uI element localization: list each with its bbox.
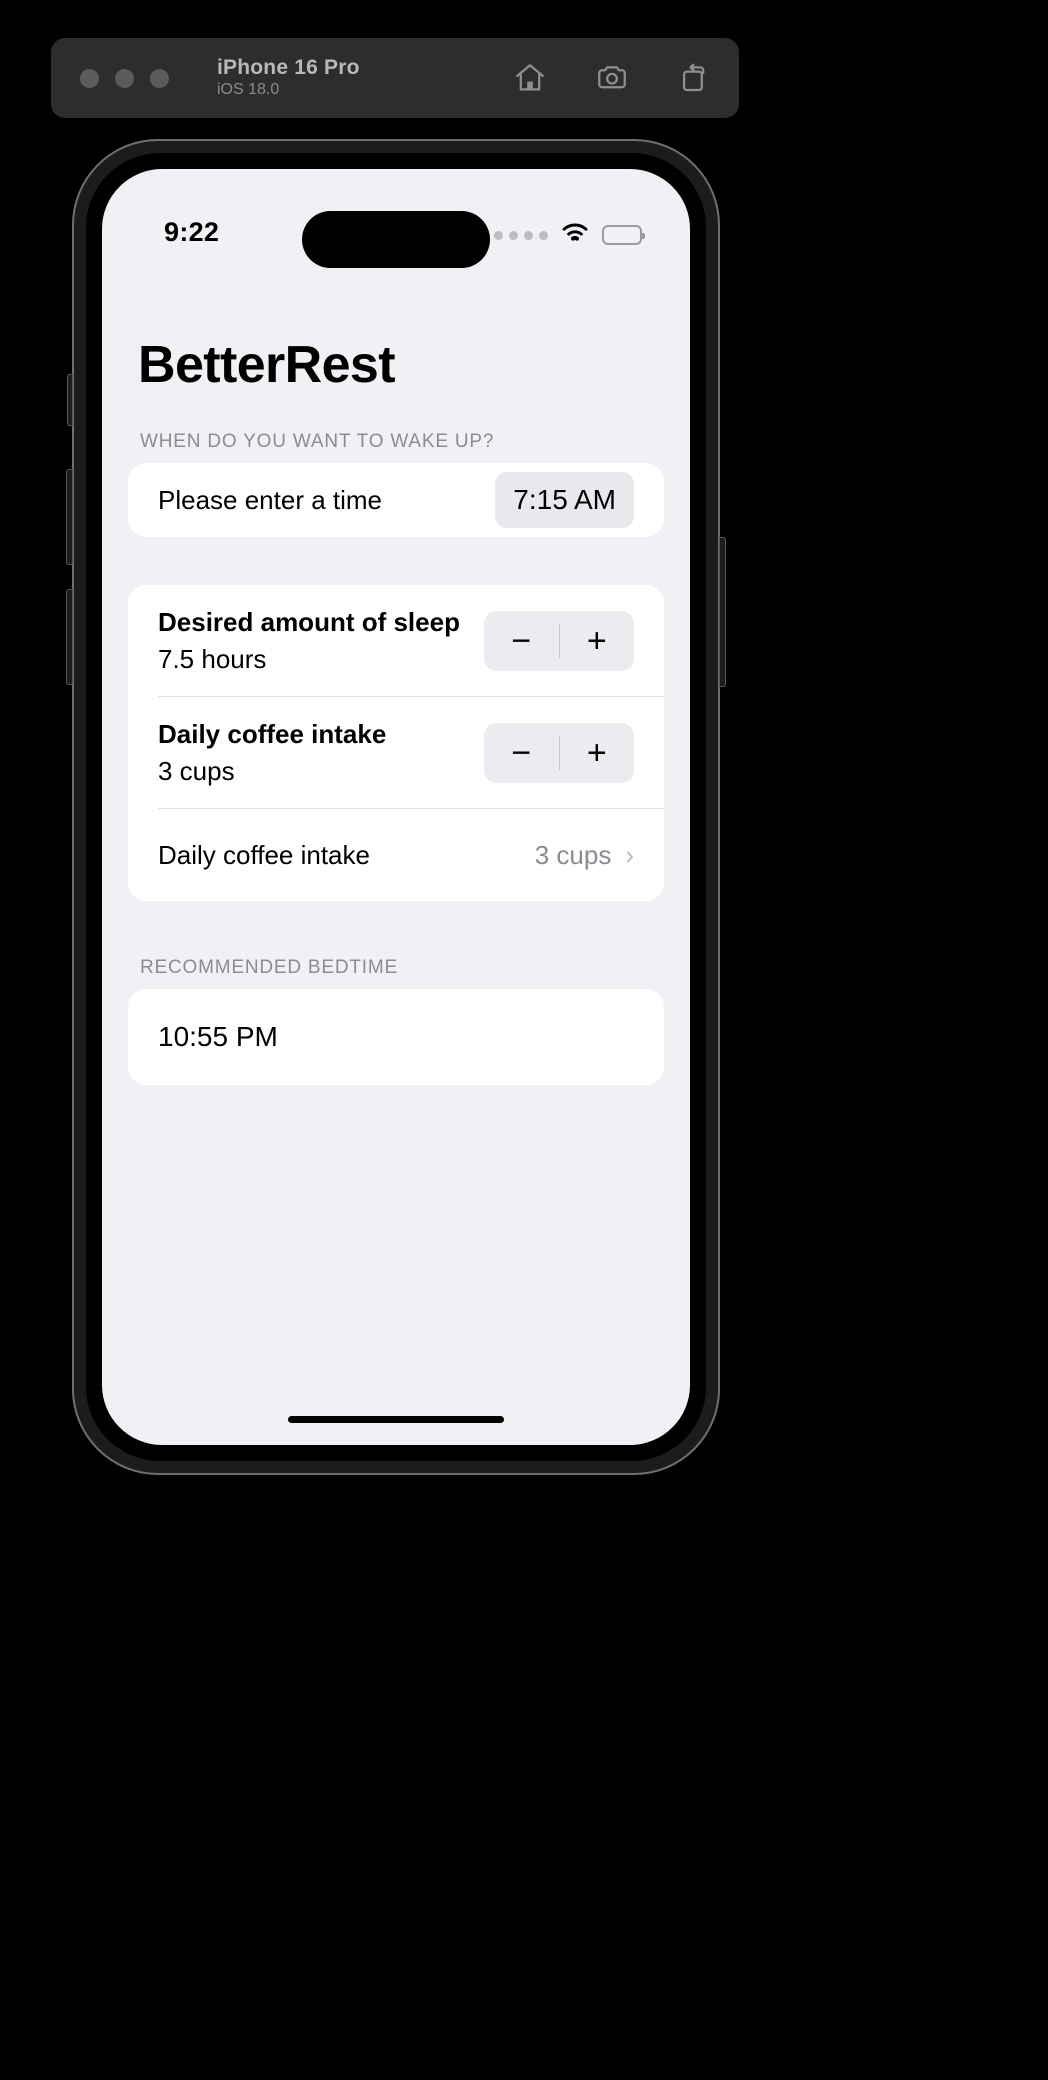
bedtime-value: 10:55 PM bbox=[158, 1021, 278, 1052]
sleep-amount-stepper[interactable]: − + bbox=[484, 611, 634, 671]
wake-up-label: Please enter a time bbox=[158, 484, 383, 515]
coffee-intake-picker-value: 3 cups bbox=[534, 839, 612, 870]
simulator-device-name: iPhone 16 Pro bbox=[217, 55, 360, 79]
status-bar-indicators bbox=[494, 222, 645, 248]
wake-up-card: Please enter a time 7:15 AM bbox=[128, 463, 664, 537]
sleep-amount-row: Desired amount of sleep 7.5 hours − + bbox=[128, 585, 664, 697]
cellular-signal-icon bbox=[494, 230, 548, 240]
status-bar-time: 9:22 bbox=[164, 217, 220, 247]
home-icon[interactable] bbox=[513, 61, 547, 95]
iphone-screen: 9:22 BetterRest WHEN DO YOU WANT TO WAKE… bbox=[102, 169, 690, 1445]
coffee-intake-stepper-row: Daily coffee intake 3 cups − + bbox=[128, 697, 664, 809]
simulator-os-version: iOS 18.0 bbox=[217, 80, 280, 98]
sleep-amount-decrement-button[interactable]: − bbox=[484, 611, 559, 671]
coffee-intake-decrement-button[interactable]: − bbox=[484, 723, 559, 783]
rotate-icon[interactable] bbox=[677, 61, 711, 95]
home-indicator[interactable] bbox=[288, 1416, 504, 1423]
iphone-frame: 9:22 BetterRest WHEN DO YOU WANT TO WAKE… bbox=[66, 139, 726, 1475]
bedtime-row: 10:55 PM bbox=[128, 989, 664, 1085]
screenshot-camera-icon[interactable] bbox=[595, 61, 629, 95]
coffee-intake-increment-button[interactable]: + bbox=[560, 723, 635, 783]
coffee-intake-stepper[interactable]: − + bbox=[484, 723, 634, 783]
battery-full-icon bbox=[602, 225, 645, 245]
wifi-icon bbox=[561, 222, 589, 248]
power-button[interactable] bbox=[719, 537, 726, 687]
sleep-amount-increment-button[interactable]: + bbox=[560, 611, 635, 671]
simulator-device-info: iPhone 16 Pro iOS 18.0 bbox=[217, 56, 360, 101]
wake-up-row[interactable]: Please enter a time 7:15 AM bbox=[128, 463, 664, 537]
minimize-window-button[interactable] bbox=[115, 68, 134, 88]
screenshot-root: iPhone 16 Pro iOS 18.0 9:22 BetterRest W… bbox=[0, 0, 1048, 2080]
volume-up-button[interactable] bbox=[66, 469, 73, 565]
sleep-amount-label: Desired amount of sleep bbox=[158, 607, 460, 637]
simulator-toolbar-actions bbox=[513, 61, 711, 95]
page-title: BetterRest bbox=[138, 336, 396, 394]
mute-switch[interactable] bbox=[67, 374, 73, 426]
volume-down-button[interactable] bbox=[66, 589, 73, 685]
coffee-intake-picker-row[interactable]: Daily coffee intake 3 cups › bbox=[128, 809, 664, 901]
close-window-button[interactable] bbox=[80, 68, 99, 88]
section-header-bedtime: RECOMMENDED BEDTIME bbox=[140, 957, 398, 978]
coffee-intake-label: Daily coffee intake bbox=[158, 719, 387, 749]
app-content: BetterRest WHEN DO YOU WANT TO WAKE UP? … bbox=[102, 261, 690, 1085]
chevron-right-icon: › bbox=[625, 840, 634, 870]
maximize-window-button[interactable] bbox=[150, 68, 169, 88]
simulator-toolbar: iPhone 16 Pro iOS 18.0 bbox=[51, 38, 739, 118]
sleep-settings-card: Desired amount of sleep 7.5 hours − + Da… bbox=[128, 585, 664, 901]
coffee-intake-value: 3 cups bbox=[158, 756, 235, 786]
dynamic-island bbox=[302, 211, 490, 268]
window-traffic-lights[interactable] bbox=[80, 68, 169, 88]
iphone-bezel: 9:22 BetterRest WHEN DO YOU WANT TO WAKE… bbox=[86, 153, 706, 1461]
status-bar: 9:22 bbox=[102, 169, 690, 268]
section-header-wake-up: WHEN DO YOU WANT TO WAKE UP? bbox=[140, 431, 495, 452]
bedtime-card: 10:55 PM bbox=[128, 989, 664, 1085]
wake-up-time-picker[interactable]: 7:15 AM bbox=[495, 472, 634, 528]
coffee-intake-picker-label: Daily coffee intake bbox=[158, 839, 370, 870]
sleep-amount-value: 7.5 hours bbox=[158, 644, 267, 674]
